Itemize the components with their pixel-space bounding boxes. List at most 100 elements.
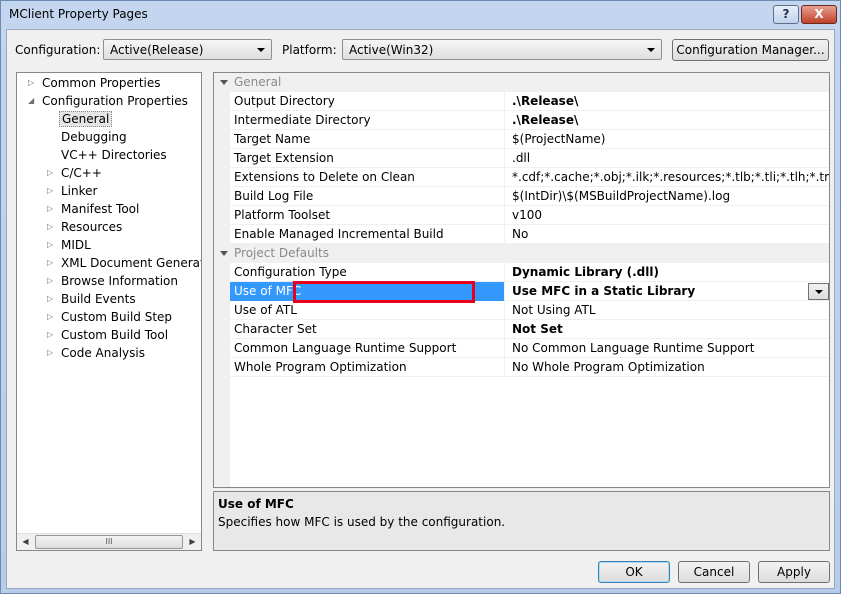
tree-item-midl[interactable]: ▷ MIDL [47,236,91,254]
expand-arrow-icon[interactable]: ▷ [47,344,53,362]
dialog-client-area: Configuration: Active(Release) Platform:… [6,29,835,589]
scroll-left-icon[interactable]: ◀ [17,534,34,550]
expand-arrow-icon[interactable]: ▷ [47,272,53,290]
property-pages-window: MClient Property Pages ? X Configuration… [0,0,841,594]
tree-item-build-events[interactable]: ▷ Build Events [47,290,136,308]
property-row-platform-toolset[interactable]: Platform Toolset v100 [214,206,829,225]
collapse-arrow-icon[interactable]: ◢ [28,92,34,110]
scroll-right-icon[interactable]: ▶ [184,534,201,550]
tree-item-common-properties[interactable]: ▷ Common Properties [28,74,161,92]
tree-item-linker[interactable]: ▷ Linker [47,182,98,200]
property-value[interactable]: $(IntDir)\$(MSBuildProjectName).log [512,189,829,203]
property-row-output-directory[interactable]: Output Directory .\Release\ [214,92,829,111]
property-value[interactable]: Not Set [512,322,829,336]
property-value[interactable]: No [512,227,829,241]
tree-item-manifest-tool[interactable]: ▷ Manifest Tool [47,200,139,218]
title-bar[interactable]: MClient Property Pages ? X [1,1,840,29]
property-value[interactable]: Dynamic Library (.dll) [512,265,829,279]
column-divider [504,111,505,130]
column-divider [504,263,505,282]
property-value[interactable]: *.cdf;*.cache;*.obj;*.ilk;*.resources;*.… [512,170,829,184]
red-annotation-box [293,281,475,303]
tree-item-code-analysis[interactable]: ▷ Code Analysis [47,344,145,362]
expand-arrow-icon[interactable]: ▷ [47,326,53,344]
property-value[interactable]: .dll [512,151,829,165]
property-row-build-log-file[interactable]: Build Log File $(IntDir)\$(MSBuildProjec… [214,187,829,206]
expand-arrow-icon[interactable]: ▷ [47,200,53,218]
expand-arrow-icon[interactable]: ▷ [47,308,53,326]
property-value[interactable]: Not Using ATL [512,303,829,317]
cancel-button[interactable]: Cancel [678,561,750,583]
property-row-extensions-to-delete[interactable]: Extensions to Delete on Clean *.cdf;*.ca… [214,168,829,187]
property-row-managed-incremental-build[interactable]: Enable Managed Incremental Build No [214,225,829,244]
value-dropdown-button[interactable] [808,283,829,300]
tree-item-c-cpp[interactable]: ▷ C/C++ [47,164,102,182]
column-divider [504,92,505,111]
tree-item-general[interactable]: General [59,110,113,128]
tree-item-label: Custom Build Step [61,310,173,324]
ok-button[interactable]: OK [598,561,670,583]
collapse-triangle-icon[interactable] [220,80,228,85]
column-divider [504,206,505,225]
tree-item-label: VC++ Directories [61,148,167,162]
category-general[interactable]: General [214,73,829,92]
tree-horizontal-scrollbar[interactable]: ◀ III ▶ [17,533,201,550]
tree-item-vc-directories[interactable]: VC++ Directories [61,146,167,164]
tree-item-browse-information[interactable]: ▷ Browse Information [47,272,178,290]
column-divider [504,282,505,301]
expand-arrow-icon[interactable]: ▷ [47,182,53,200]
property-value[interactable]: Use MFC in a Static Library [512,284,829,298]
expand-arrow-icon[interactable]: ▷ [47,236,53,254]
property-row-configuration-type[interactable]: Configuration Type Dynamic Library (.dll… [214,263,829,282]
property-row-intermediate-directory[interactable]: Intermediate Directory .\Release\ [214,111,829,130]
tree-item-configuration-properties[interactable]: ◢ Configuration Properties [28,92,188,110]
column-divider [504,320,505,339]
platform-select[interactable]: Active(Win32) [342,39,662,60]
property-name: Whole Program Optimization [234,360,407,374]
platform-label: Platform: [282,43,337,57]
tree-item-label: Code Analysis [61,346,145,360]
property-name: Use of MFC [234,284,302,298]
help-button[interactable]: ? [773,5,799,24]
tree-item-debugging[interactable]: Debugging [61,128,127,146]
property-value[interactable]: $(ProjectName) [512,132,829,146]
expand-arrow-icon[interactable]: ▷ [47,290,53,308]
tree-item-resources[interactable]: ▷ Resources [47,218,122,236]
tree-item-label: Debugging [61,130,127,144]
property-value[interactable]: .\Release\ [512,113,829,127]
tree-item-xml-document-generator[interactable]: ▷ XML Document Generator [47,254,201,272]
tree-item-custom-build-step[interactable]: ▷ Custom Build Step [47,308,173,326]
category-project-defaults[interactable]: Project Defaults [214,244,829,263]
expand-arrow-icon[interactable]: ▷ [47,254,53,272]
property-tree[interactable]: ▷ Common Properties ◢ Configuration Prop… [16,72,202,551]
property-name: Build Log File [234,189,314,203]
expand-arrow-icon[interactable]: ▷ [47,164,53,182]
column-divider [504,301,505,320]
close-button[interactable]: X [801,5,837,24]
property-value[interactable]: No Whole Program Optimization [512,360,829,374]
property-value[interactable]: .\Release\ [512,94,829,108]
property-row-clr-support[interactable]: Common Language Runtime Support No Commo… [214,339,829,358]
property-value[interactable]: No Common Language Runtime Support [512,341,829,355]
property-row-character-set[interactable]: Character Set Not Set [214,320,829,339]
tree-item-label: Linker [61,184,98,198]
configuration-manager-button[interactable]: Configuration Manager... [672,39,829,61]
property-name: Use of ATL [234,303,297,317]
property-row-use-of-atl[interactable]: Use of ATL Not Using ATL [214,301,829,320]
property-value[interactable]: v100 [512,208,829,222]
tree-item-custom-build-tool[interactable]: ▷ Custom Build Tool [47,326,168,344]
property-row-target-extension[interactable]: Target Extension .dll [214,149,829,168]
chevron-down-icon [647,48,655,52]
configuration-select[interactable]: Active(Release) [103,39,272,60]
expand-arrow-icon[interactable]: ▷ [47,218,53,236]
expand-arrow-icon[interactable]: ▷ [28,74,34,92]
property-row-target-name[interactable]: Target Name $(ProjectName) [214,130,829,149]
tree-item-label: Configuration Properties [42,94,188,108]
column-divider [504,130,505,149]
property-row-whole-program-optimization[interactable]: Whole Program Optimization No Whole Prog… [214,358,829,377]
apply-button[interactable]: Apply [758,561,830,583]
scrollbar-thumb[interactable]: III [35,535,183,549]
tree-item-label: General [59,111,113,127]
collapse-triangle-icon[interactable] [220,251,228,256]
property-name: Intermediate Directory [234,113,371,127]
